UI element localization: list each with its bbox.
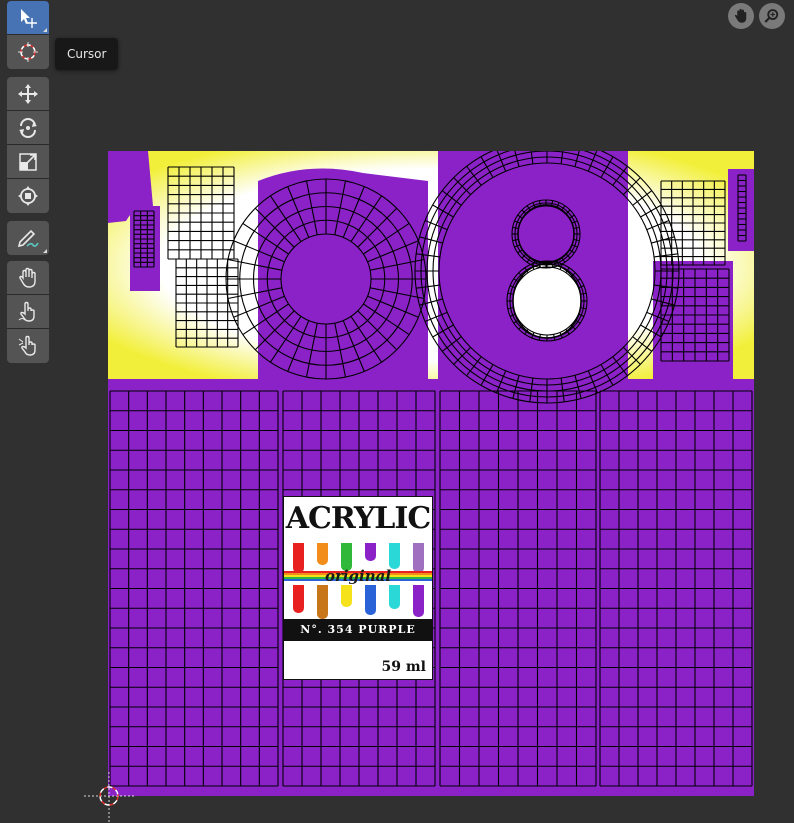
relax-button[interactable] [7, 295, 49, 329]
transform-button[interactable] [7, 179, 49, 213]
transform-icon [18, 186, 38, 206]
uv-editor-viewport[interactable]: ACRYLIC original N°. 354 PURPLE 59 ml Cu… [0, 0, 794, 823]
cursor-tooltip: Cursor [55, 38, 119, 70]
cursor-tool-button[interactable] [7, 35, 49, 69]
grab-icon [19, 267, 36, 288]
pan-view-button[interactable] [728, 3, 754, 29]
annotate-button[interactable] [7, 221, 49, 255]
tool-group-select [7, 1, 49, 69]
hand-icon [734, 8, 747, 23]
select-box-button[interactable] [7, 1, 49, 35]
tool-group-sculpt [7, 261, 49, 363]
paint-drips-bottom [286, 585, 430, 621]
tool-group-annotate [7, 221, 49, 255]
uv-mesh-overlay [108, 151, 754, 796]
pinch-button[interactable] [7, 329, 49, 363]
rotate-icon [19, 117, 37, 138]
tool-group-transform [7, 77, 49, 213]
label-title: ACRYLIC [285, 501, 432, 536]
rotate-button[interactable] [7, 111, 49, 145]
scale-icon [19, 152, 37, 171]
move-icon [18, 83, 38, 104]
move-button[interactable] [7, 77, 49, 111]
mesh-body-column-4 [599, 390, 753, 787]
select-box-icon [21, 8, 37, 28]
zoom-icon [764, 9, 779, 23]
label-color-band: N°. 354 PURPLE [284, 619, 432, 641]
mesh-body-column-3 [439, 390, 597, 787]
cursor-icon [18, 42, 38, 62]
uv-texture-canvas[interactable]: ACRYLIC original N°. 354 PURPLE 59 ml [108, 151, 754, 796]
relax-icon [18, 301, 35, 322]
acrylic-label: ACRYLIC original N°. 354 PURPLE 59 ml [283, 496, 433, 680]
2d-cursor-icon[interactable] [84, 772, 134, 823]
mesh-body-column-1 [109, 390, 279, 787]
label-subtitle: original [324, 567, 392, 585]
scale-button[interactable] [7, 145, 49, 179]
pinch-icon [18, 335, 36, 356]
grab-button[interactable] [7, 261, 49, 295]
zoom-view-button[interactable] [759, 3, 785, 29]
annotate-icon [17, 229, 39, 248]
label-volume: 59 ml [381, 659, 427, 675]
